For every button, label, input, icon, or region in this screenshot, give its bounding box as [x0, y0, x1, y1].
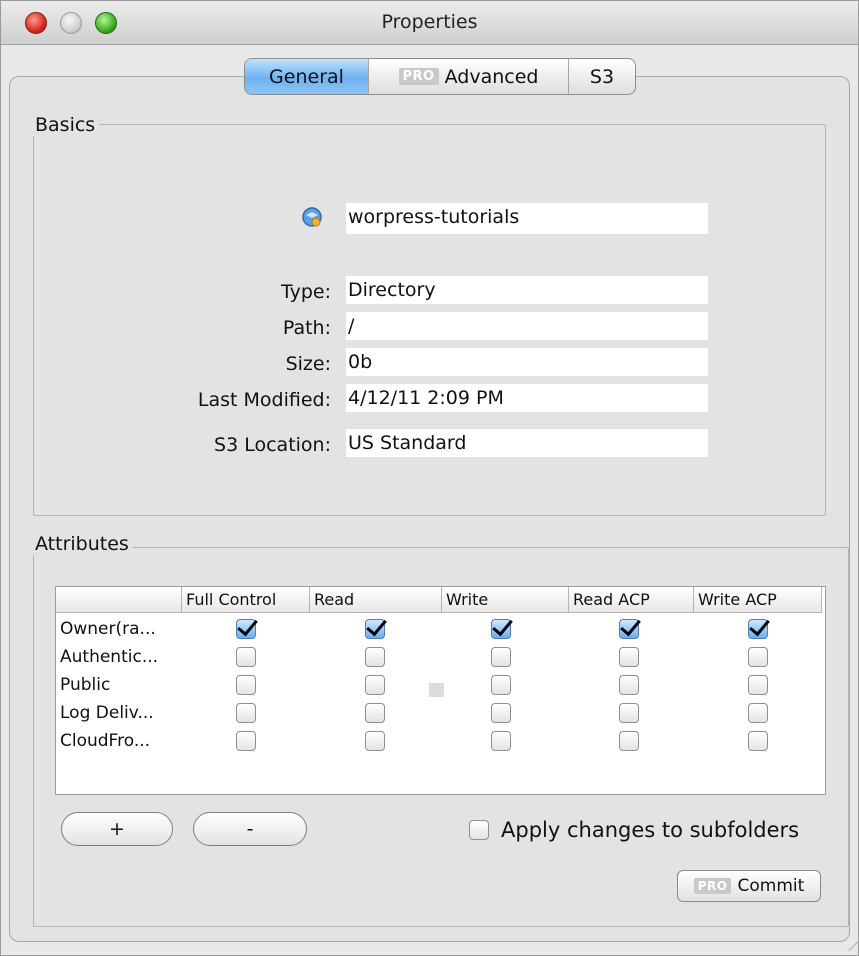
write-acp-checkbox[interactable] — [748, 675, 768, 695]
column-header-write-acp[interactable]: Write ACP — [694, 587, 822, 613]
read-checkbox[interactable] — [365, 647, 385, 667]
column-header-read-acp[interactable]: Read ACP — [569, 587, 694, 613]
write-checkbox[interactable] — [491, 647, 511, 667]
write-acp-checkbox[interactable] — [748, 731, 768, 751]
tab-advanced[interactable]: PRO Advanced — [369, 59, 569, 94]
tab-advanced-label: Advanced — [444, 65, 539, 88]
write-checkbox[interactable] — [491, 703, 511, 723]
read-acp-checkbox[interactable] — [619, 647, 639, 667]
full-control-checkbox[interactable] — [236, 619, 256, 639]
full-control-checkbox[interactable] — [236, 675, 256, 695]
write-acp-checkbox[interactable] — [748, 703, 768, 723]
pro-badge: PRO — [398, 68, 439, 85]
bucket-icon — [301, 206, 323, 228]
basics-legend: Basics — [33, 114, 100, 136]
resize-grip-icon[interactable] — [839, 941, 859, 951]
size-value: 0b — [346, 348, 708, 376]
read-checkbox[interactable] — [365, 703, 385, 723]
column-header-full-control[interactable]: Full Control — [182, 587, 310, 613]
tab-general-label: General — [269, 65, 344, 88]
path-value: / — [346, 312, 708, 340]
read-acp-checkbox[interactable] — [619, 619, 639, 639]
write-checkbox[interactable] — [491, 619, 511, 639]
commit-button[interactable]: PRO Commit — [677, 870, 821, 902]
tab-s3-label: S3 — [589, 65, 615, 88]
grantee-name: Authentic... — [60, 647, 159, 667]
s3-location-label: S3 Location: — [214, 434, 331, 456]
last-modified-value: 4/12/11 2:09 PM — [346, 384, 708, 412]
attributes-legend: Attributes — [33, 533, 133, 555]
grantee-name: Owner(ra... — [60, 619, 156, 639]
remove-grantee-button[interactable]: - — [193, 812, 307, 846]
full-control-checkbox[interactable] — [236, 647, 256, 667]
apply-subfolders-label: Apply changes to subfolders — [501, 818, 800, 842]
commit-label: Commit — [737, 876, 805, 896]
empty-cell-marker — [429, 683, 444, 697]
type-label: Type: — [280, 281, 331, 303]
column-header-write[interactable]: Write — [442, 587, 569, 613]
size-label: Size: — [285, 353, 331, 375]
pro-badge: PRO — [693, 878, 732, 894]
tab-strip: General PRO Advanced S3 — [244, 58, 636, 95]
add-grantee-button[interactable]: + — [61, 812, 173, 846]
type-value: Directory — [346, 276, 708, 304]
table-row[interactable]: Authentic... — [56, 647, 822, 669]
grantee-name: CloudFro... — [60, 731, 151, 751]
column-header-read[interactable]: Read — [310, 587, 442, 613]
table-row[interactable]: Owner(ra... — [56, 619, 822, 641]
read-checkbox[interactable] — [365, 619, 385, 639]
table-row[interactable]: CloudFro... — [56, 731, 822, 753]
item-name-field: worpress-tutorials — [346, 203, 708, 234]
write-checkbox[interactable] — [491, 731, 511, 751]
read-acp-checkbox[interactable] — [619, 703, 639, 723]
tab-general[interactable]: General — [245, 59, 369, 94]
tab-s3[interactable]: S3 — [569, 59, 635, 94]
read-acp-checkbox[interactable] — [619, 675, 639, 695]
read-checkbox[interactable] — [365, 675, 385, 695]
apply-subfolders-checkbox[interactable] — [469, 820, 489, 840]
read-checkbox[interactable] — [365, 731, 385, 751]
last-modified-label: Last Modified: — [197, 389, 331, 411]
s3-location-value: US Standard — [346, 429, 708, 457]
read-acp-checkbox[interactable] — [619, 731, 639, 751]
grantee-name: Public — [60, 675, 111, 695]
grantee-name: Log Deliv... — [60, 703, 154, 723]
properties-window: Properties General PRO Advanced S3 Basic… — [0, 0, 859, 956]
write-acp-checkbox[interactable] — [748, 647, 768, 667]
column-header-grantee[interactable] — [56, 587, 182, 613]
path-label: Path: — [282, 317, 331, 339]
write-acp-checkbox[interactable] — [748, 619, 768, 639]
apply-subfolders-option[interactable]: Apply changes to subfolders — [469, 818, 799, 842]
title-bar[interactable]: Properties — [1, 1, 858, 45]
write-checkbox[interactable] — [491, 675, 511, 695]
table-header: Full Control Read Write Read ACP Write A… — [56, 587, 822, 613]
window-title: Properties — [381, 11, 478, 33]
full-control-checkbox[interactable] — [236, 703, 256, 723]
full-control-checkbox[interactable] — [236, 731, 256, 751]
table-row[interactable]: Log Deliv... — [56, 703, 822, 725]
